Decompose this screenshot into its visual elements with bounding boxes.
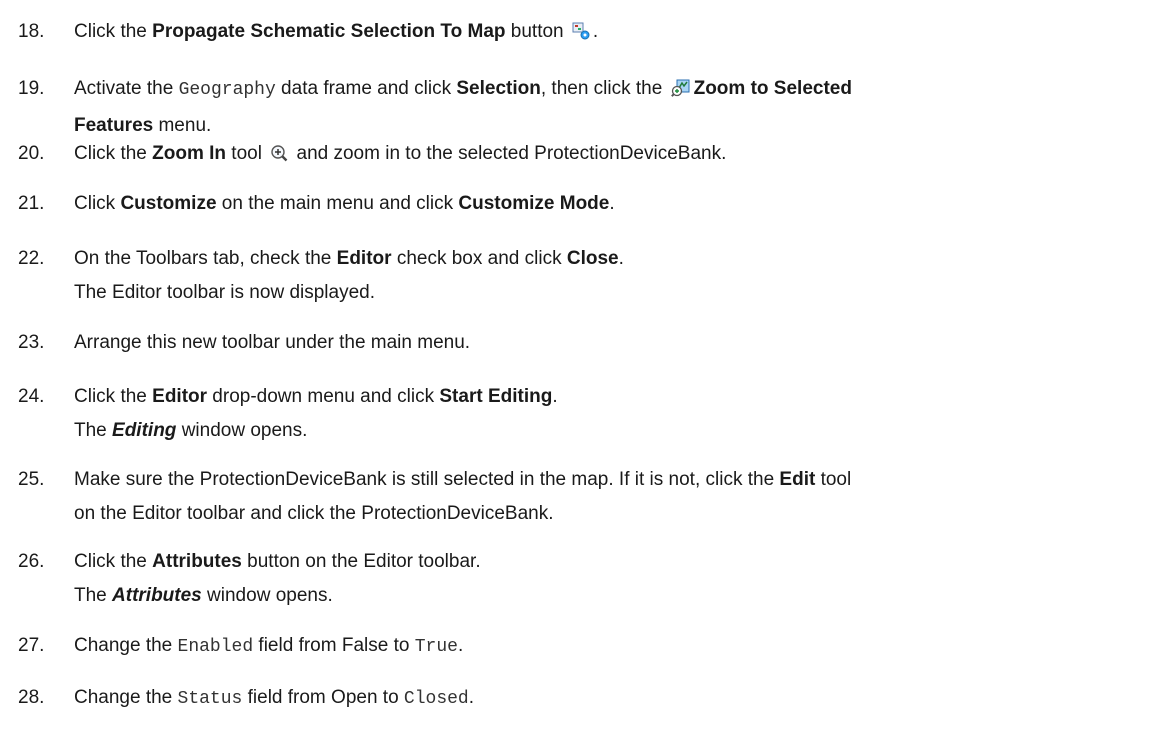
step-number: 26. (18, 551, 45, 572)
step-number: 25. (18, 469, 45, 490)
text-run: , then click the (540, 78, 668, 99)
step-text: Change the Enabled field from False to T… (74, 632, 1168, 661)
step-text-line: The Attributes window opens. (74, 582, 1168, 609)
step-number: 20. (18, 143, 45, 164)
text-run: button on the Editor toolbar. (241, 551, 481, 572)
step-text-line: Arrange this new toolbar under the main … (74, 329, 1168, 356)
text-run: Change the (74, 635, 178, 656)
ui-term: Attributes (152, 551, 242, 572)
step-text: Change the Status field from Open to Clo… (74, 684, 1168, 713)
text-run: field from False to (253, 635, 415, 656)
text-run: window opens. (201, 585, 333, 606)
step-number: 28. (18, 687, 45, 708)
step-number: 19. (18, 78, 45, 99)
text-run: Activate the (74, 78, 179, 99)
text-run: field from Open to (242, 687, 404, 708)
step-number: 18. (18, 21, 45, 42)
step-number: 24. (18, 386, 45, 407)
ui-term: Edit (779, 469, 816, 490)
text-run: Arrange this new toolbar under the main … (74, 332, 471, 353)
window-name: Attributes (112, 585, 202, 606)
propagate-selection-icon (572, 21, 590, 48)
text-run: . (457, 635, 464, 656)
ui-term: Editor (336, 248, 392, 269)
text-run: check box and click (391, 248, 567, 269)
step-text-line: Click Customize on the main menu and cli… (74, 190, 1168, 217)
step-text-line: The Editing window opens. (74, 417, 1168, 444)
ui-term: Start Editing (439, 386, 553, 407)
text-run: Make sure the ProtectionDeviceBank is st… (74, 469, 780, 490)
text-run: Click the (74, 143, 153, 164)
step-text-line: Activate the Geography data frame and cl… (74, 75, 1168, 105)
code-value: True (414, 637, 458, 657)
text-run: . (592, 21, 599, 42)
text-run: tool (226, 143, 268, 164)
step-text-line: The Editor toolbar is now displayed. (74, 279, 1168, 306)
step-text-line: Click the Attributes button on the Edito… (74, 548, 1168, 575)
ui-term: Propagate Schematic Selection To Map (152, 21, 506, 42)
ui-term: Zoom In (152, 143, 227, 164)
step-text: Click the Propagate Schematic Selection … (74, 18, 1168, 48)
step-text: Click Customize on the main menu and cli… (74, 190, 1168, 217)
zoom-to-selected-icon (670, 78, 691, 105)
step-text-line: Click the Editor drop-down menu and clic… (74, 383, 1168, 410)
step-text: Click the Zoom In tool and zoom in to th… (74, 140, 1168, 170)
step-text: Arrange this new toolbar under the main … (74, 329, 1168, 356)
text-run: and zoom in to the selected ProtectionDe… (291, 143, 727, 164)
text-run: tool (815, 469, 852, 490)
step-text: Click the Attributes button on the Edito… (74, 548, 1168, 609)
window-name: Editing (112, 420, 177, 441)
ui-term: Customize Mode (458, 193, 610, 214)
text-run: window opens. (176, 420, 308, 441)
step-text-line: Make sure the ProtectionDeviceBank is st… (74, 466, 1168, 493)
text-run: The (74, 420, 113, 441)
code-value: Enabled (177, 637, 254, 657)
step-text: Make sure the ProtectionDeviceBank is st… (74, 466, 1168, 527)
step-text: On the Toolbars tab, check the Editor ch… (74, 245, 1168, 306)
text-run: The Editor toolbar is now displayed. (74, 282, 375, 303)
step-number: 27. (18, 635, 45, 656)
step-text-line: Click the Propagate Schematic Selection … (74, 18, 1168, 48)
step-number: 23. (18, 332, 45, 353)
instruction-steps: 18. Click the Propagate Schematic Selecti… (0, 0, 1176, 733)
code-value: Closed (403, 689, 469, 709)
step-text-line: Features menu. (74, 112, 1168, 139)
step-text-line: Change the Status field from Open to Clo… (74, 684, 1168, 713)
step-text-line: on the Editor toolbar and click the Prot… (74, 500, 1168, 527)
ui-term: Selection (456, 78, 541, 99)
text-run: . (609, 193, 615, 214)
ui-term: Zoom to Selected (693, 78, 852, 99)
step-text: Activate the Geography data frame and cl… (74, 75, 1168, 139)
text-run: Change the (74, 687, 178, 708)
text-run: The (74, 585, 113, 606)
ui-term: Customize (120, 193, 217, 214)
ui-term: Features (74, 115, 154, 136)
text-run: on the main menu and click (216, 193, 459, 214)
text-run: . (618, 248, 624, 269)
ui-term: Editor (152, 386, 208, 407)
step-text-line: Change the Enabled field from False to T… (74, 632, 1168, 661)
step-text-line: On the Toolbars tab, check the Editor ch… (74, 245, 1168, 272)
zoom-in-icon (270, 143, 288, 170)
text-run: On the Toolbars tab, check the (74, 248, 337, 269)
text-run: drop-down menu and click (207, 386, 440, 407)
text-run: Click (74, 193, 121, 214)
text-run: data frame and click (275, 78, 457, 99)
ui-term: Close (566, 248, 619, 269)
text-run: Click the (74, 551, 153, 572)
text-run: menu. (153, 115, 212, 136)
step-number: 21. (18, 193, 45, 214)
text-run: on the Editor toolbar and click the Prot… (74, 503, 554, 524)
text-run: . (468, 687, 475, 708)
step-text: Click the Editor drop-down menu and clic… (74, 383, 1168, 444)
code-value: Status (177, 689, 243, 709)
text-run: . (552, 386, 558, 407)
step-text-line: Click the Zoom In tool and zoom in to th… (74, 140, 1168, 170)
text-run: Click the (74, 386, 153, 407)
text-run: button (505, 21, 569, 42)
text-run: Click the (74, 21, 153, 42)
code-value: Geography (178, 80, 276, 100)
step-number: 22. (18, 248, 45, 269)
